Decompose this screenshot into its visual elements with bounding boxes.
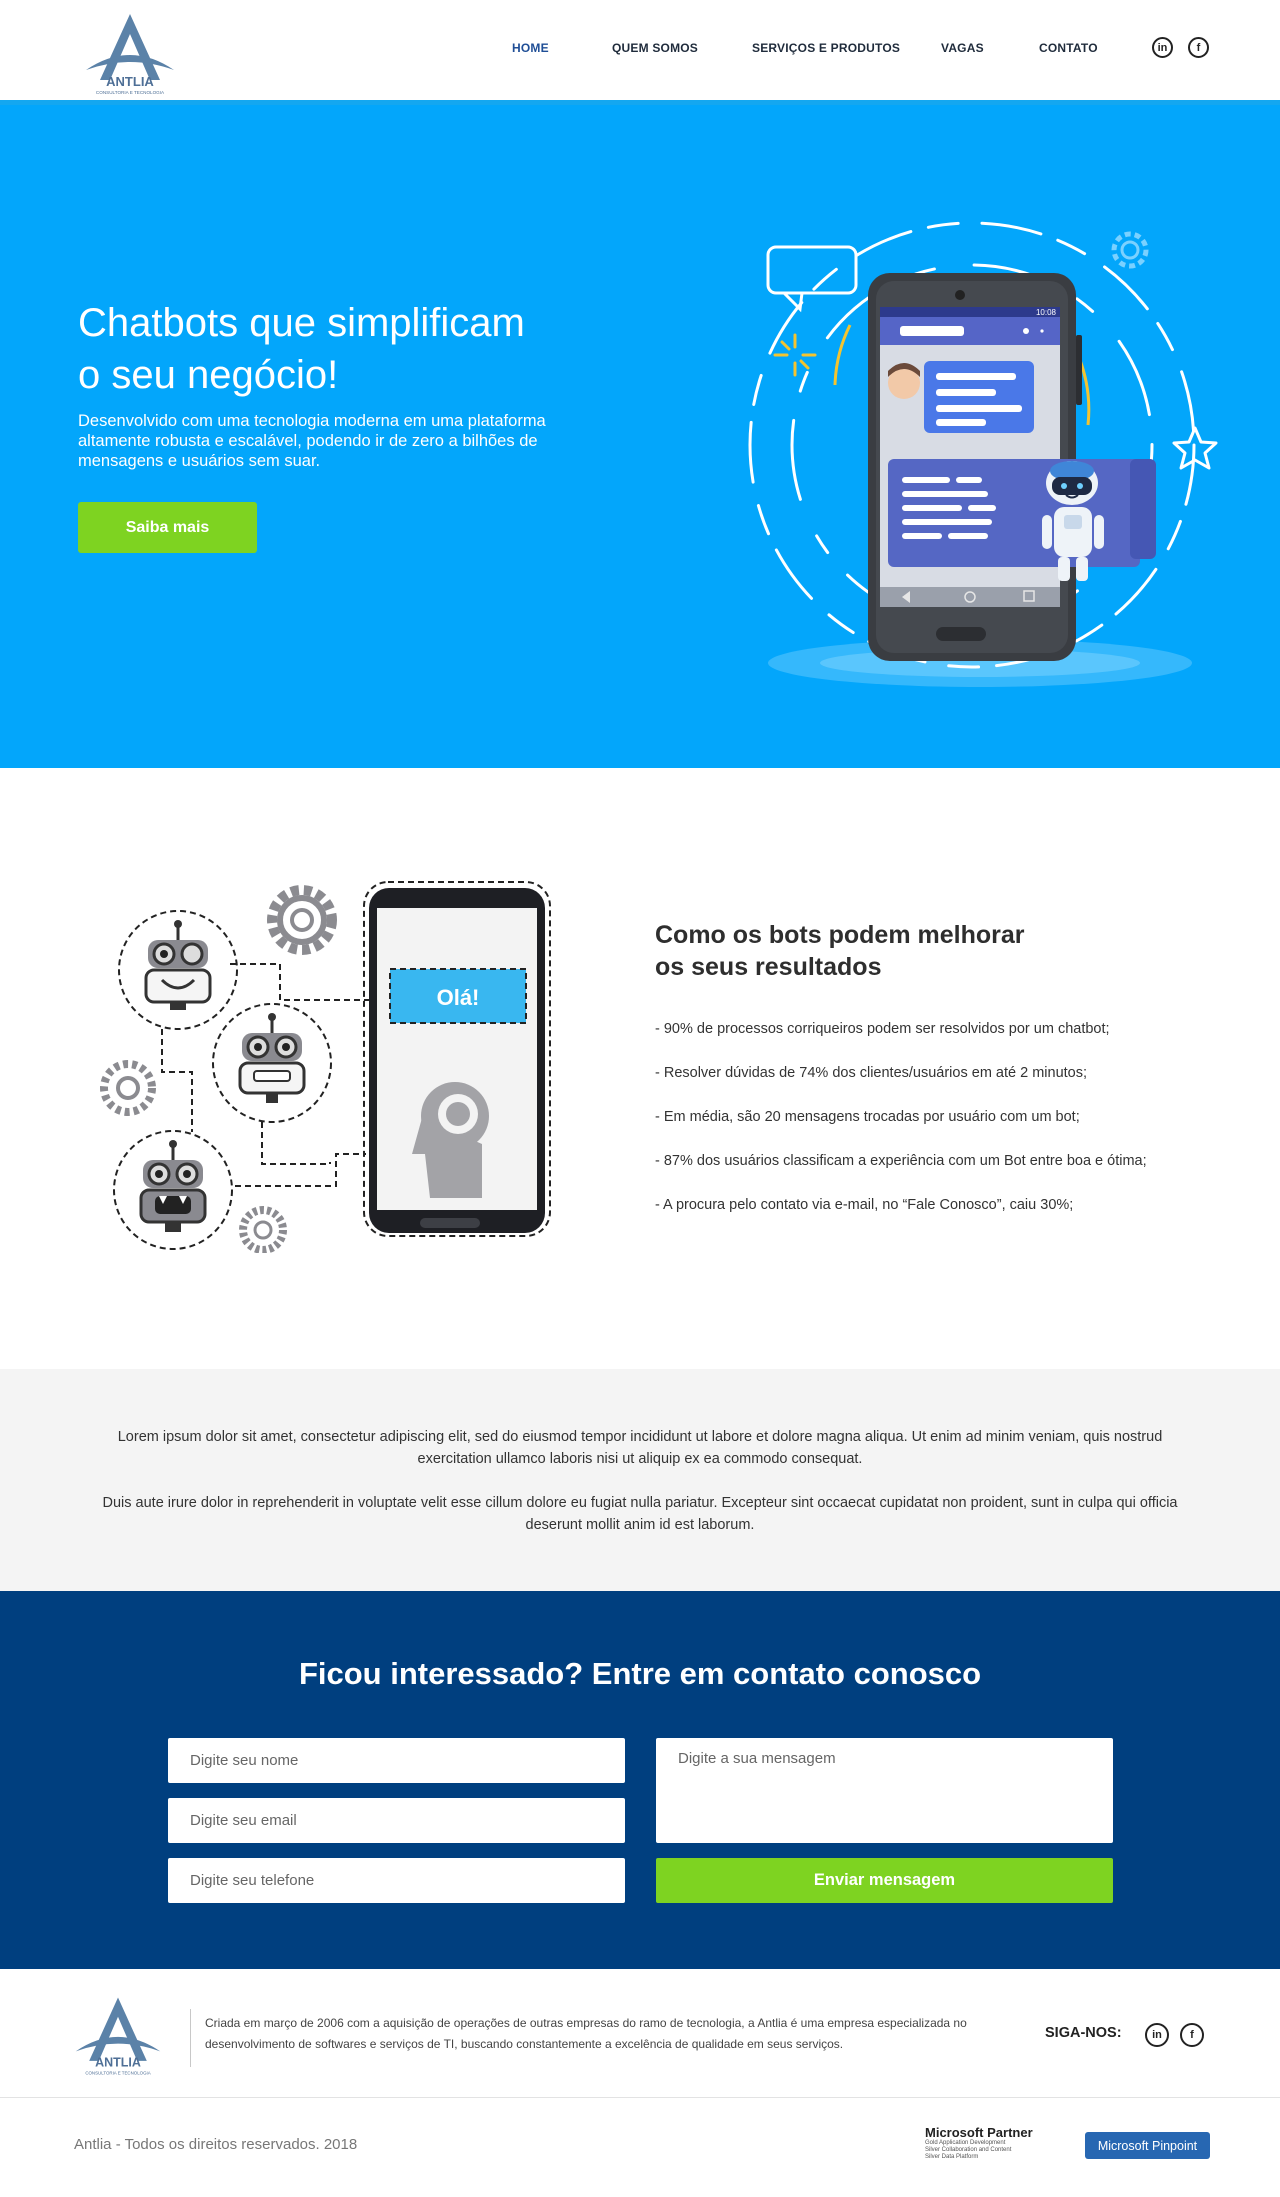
bots-title-line1: Como os bots podem melhorar [655, 921, 1025, 949]
list-item: - Em média, são 20 mensagens trocadas po… [655, 1109, 1080, 1125]
copyright-text: Antlia - Todos os direitos reservados. 2… [74, 2136, 358, 2153]
chatbot-phone-illustration: 10:08 [740, 175, 1220, 715]
list-item: - 87% dos usuários classificam a experiê… [655, 1153, 1147, 1169]
site-footer: ANTLIA CONSULTORIA E TECNOLOGIA Criada e… [0, 1969, 1280, 2197]
nav-home[interactable]: HOME [512, 41, 549, 55]
list-item: - A procura pelo contato via e-mail, no … [655, 1197, 1074, 1213]
nav-contato[interactable]: CONTATO [1039, 41, 1098, 55]
linkedin-icon[interactable]: in [1145, 2023, 1169, 2047]
name-input[interactable]: Digite seu nome [168, 1738, 625, 1783]
robot-icon [139, 1140, 207, 1232]
antlia-logo[interactable]: ANTLIA CONSULTORIA E TECNOLOGIA [70, 1991, 166, 2079]
hero-title: Chatbots que simplificam o seu negócio! [78, 297, 638, 401]
saiba-mais-button[interactable]: Saiba mais [78, 502, 257, 553]
follow-us-label: SIGA-NOS: [1045, 2025, 1122, 2041]
lorem-section: Lorem ipsum dolor sit amet, consectetur … [0, 1369, 1280, 1591]
nav-vagas[interactable]: VAGAS [941, 41, 984, 55]
ms-partner-line: Silver Collaboration and Content [925, 2147, 1012, 2153]
main-nav: HOME QUEM SOMOS SERVIÇOS E PRODUTOS VAGA… [0, 0, 1280, 100]
contact-title: Ficou interessado? Entre em contato cono… [298, 1656, 982, 1691]
spark-icon [773, 333, 817, 377]
gear-icon [1111, 231, 1149, 269]
message-textarea[interactable]: Digite a sua mensagem [656, 1738, 1113, 1843]
chat-bubble-outline-icon [766, 245, 858, 313]
ms-partner-title: Microsoft Partner [925, 2125, 1033, 2140]
gear-icon [267, 885, 337, 955]
facebook-icon[interactable]: f [1180, 2023, 1204, 2047]
robot-icon [238, 1013, 306, 1103]
hero-description: Desenvolvido com uma tecnologia moderna … [78, 412, 546, 470]
site-header: ANTLIA CONSULTORIA E TECNOLOGIA HOME QUE… [0, 0, 1280, 105]
hero-title-line2: o seu negócio! [78, 353, 339, 397]
gear-icon [239, 1206, 287, 1254]
svg-text:CONSULTORIA E TECNOLOGIA: CONSULTORIA E TECNOLOGIA [85, 2070, 150, 2075]
svg-text:10:08: 10:08 [1036, 308, 1057, 317]
footer-rule [0, 2097, 1280, 2098]
list-item: - Resolver dúvidas de 74% dos clientes/u… [655, 1065, 1087, 1081]
nav-servicos-produtos[interactable]: SERVIÇOS E PRODUTOS [752, 41, 900, 55]
ms-partner-line: Gold Application Development [925, 2140, 1006, 2146]
robot-icon [144, 920, 212, 1010]
contact-section: Ficou interessado? Entre em contato cono… [0, 1591, 1280, 1969]
footer-divider [190, 2009, 191, 2067]
facebook-icon[interactable]: f [1188, 37, 1209, 58]
microsoft-partner-badge: Microsoft Partner Gold Application Devel… [925, 2125, 1045, 2165]
send-message-button[interactable]: Enviar mensagem [656, 1858, 1113, 1903]
hero-title-line1: Chatbots que simplificam [78, 301, 525, 345]
lorem-paragraph-1: Lorem ipsum dolor sit amet, consectetur … [117, 1429, 1163, 1467]
bots-benefits-list: - 90% de processos corriqueiros podem se… [655, 1019, 1215, 1239]
microsoft-pinpoint-badge[interactable]: Microsoft Pinpoint [1085, 2132, 1210, 2159]
bots-title-line2: os seus resultados [655, 953, 882, 981]
svg-text:ANTLIA: ANTLIA [95, 2056, 141, 2070]
footer-about-text: Criada em março de 2006 com a aquisição … [205, 2016, 967, 2051]
email-input[interactable]: Digite seu email [168, 1798, 625, 1843]
gear-icon [100, 1060, 156, 1116]
phone-input[interactable]: Digite seu telefone [168, 1858, 625, 1903]
ola-bubble-text: Olá! [437, 985, 480, 1010]
lorem-paragraph-2: Duis aute irure dolor in reprehenderit i… [102, 1495, 1178, 1533]
hero-section: Chatbots que simplificam o seu negócio! … [0, 105, 1280, 768]
ms-partner-line: Silver Data Platform [925, 2154, 979, 2160]
linkedin-icon[interactable]: in [1152, 37, 1173, 58]
bots-illustration: Olá! [90, 868, 570, 1254]
nav-quem-somos[interactable]: QUEM SOMOS [612, 41, 698, 55]
bots-section-title: Como os bots podem melhorar os seus resu… [655, 919, 1075, 983]
list-item: - 90% de processos corriqueiros podem se… [655, 1021, 1110, 1037]
